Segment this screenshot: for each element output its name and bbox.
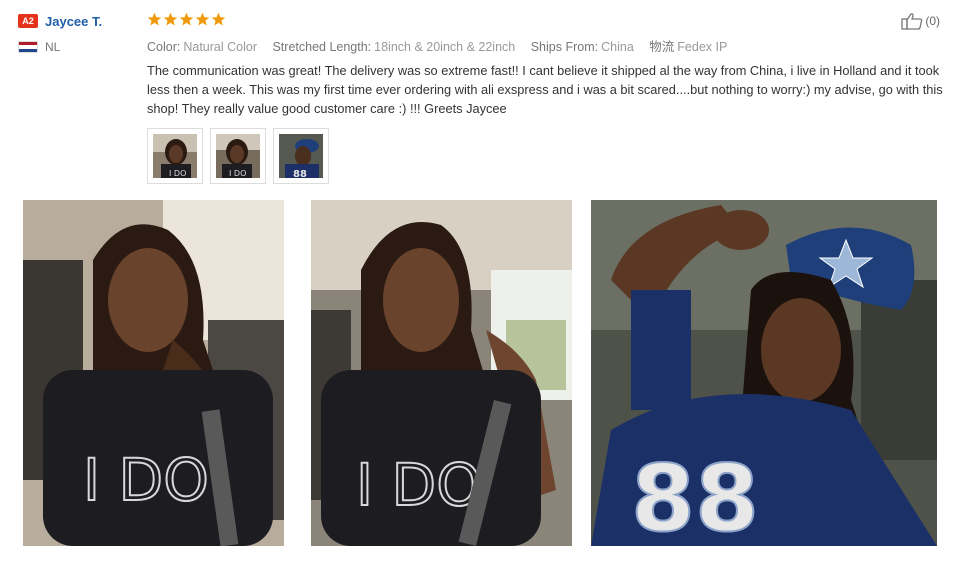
reviewer-row: A2 Jaycee T. (18, 12, 138, 30)
attribute-stretched-length: Stretched Length: 18inch & 20inch & 22inc… (272, 40, 516, 54)
netherlands-flag-icon (18, 41, 38, 53)
reviewer-country-row: NL (18, 40, 138, 54)
product-attributes: Color: Natural Color Stretched Length: 18i… (147, 36, 847, 54)
star-icon (211, 12, 226, 25)
photo-thumbnail-3[interactable]: 88 (273, 128, 329, 184)
star-icon (195, 12, 210, 25)
star-rating (147, 10, 847, 28)
shirt-text: I DO (83, 446, 209, 514)
review-card: A2 Jaycee T. NL Color: Natural Color Stre… (0, 0, 960, 561)
svg-text:I DO: I DO (169, 169, 186, 178)
svg-text:I DO: I DO (229, 169, 246, 178)
review-body: Color: Natural Color Stretched Length: 18i… (147, 10, 943, 184)
star-icon (147, 12, 162, 25)
shirt-text: I DO (356, 451, 482, 519)
reviewer-level-badge: A2 (18, 14, 38, 28)
photo-thumbnail-2[interactable]: I DO (210, 128, 266, 184)
reviewer-country: NL (45, 40, 61, 54)
reviewer-info: A2 Jaycee T. NL (18, 12, 138, 54)
review-photo-3[interactable]: 88 (591, 200, 937, 546)
reviewer-name[interactable]: Jaycee T. (45, 14, 102, 29)
attribute-logistics: 物流 Fedex IP (649, 40, 728, 54)
photo-thumbnail-1[interactable]: I DO (147, 128, 203, 184)
svg-text:88: 88 (293, 169, 307, 178)
star-icon (179, 12, 194, 25)
jersey-number: 88 (631, 445, 759, 546)
attribute-color: Color: Natural Color (147, 40, 257, 54)
like-count: (0) (925, 14, 940, 28)
like-button[interactable]: (0) (901, 12, 940, 30)
review-photo-2[interactable]: I DO (311, 200, 572, 546)
photo-thumbnails: I DO I DO 88 (147, 128, 847, 184)
review-text: The communication was great! The deliver… (147, 63, 943, 116)
review-photo-1[interactable]: I DO (23, 200, 284, 546)
attribute-ships-from: Ships From: China (530, 40, 634, 54)
star-icon (163, 12, 178, 25)
thumbs-up-icon (901, 13, 923, 30)
